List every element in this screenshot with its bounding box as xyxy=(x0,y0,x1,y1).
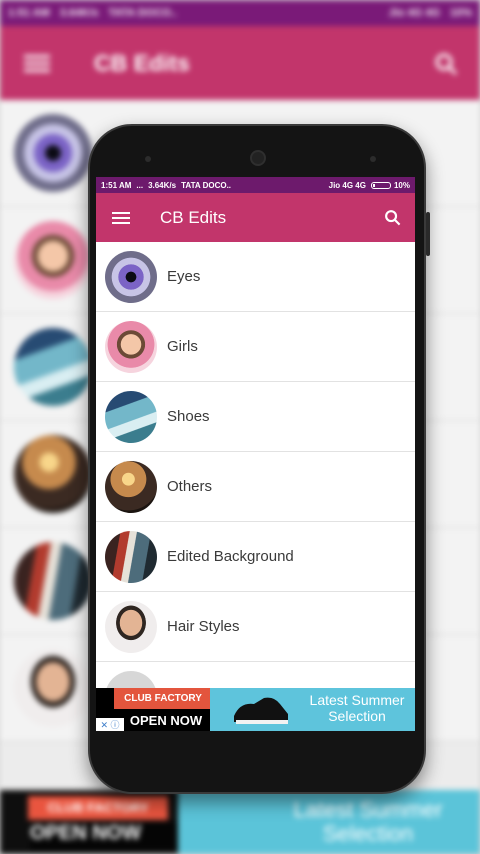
background-app-bar: CB Edits xyxy=(0,26,480,100)
background-app-title: CB Edits xyxy=(94,49,190,76)
battery-icon xyxy=(370,181,391,189)
background-ad-creative: Latest Summer Selection xyxy=(178,790,480,854)
category-row-edited-background[interactable]: Edited Background xyxy=(96,522,415,592)
background-ad-headline: Latest Summer Selection xyxy=(293,797,443,846)
menu-icon[interactable] xyxy=(112,209,130,227)
edited-background-thumbnail xyxy=(105,531,157,583)
status-dots: ... xyxy=(136,180,144,190)
background-thumb xyxy=(14,649,92,727)
category-label: Hair Styles xyxy=(167,618,240,635)
phone-camera xyxy=(250,150,266,166)
background-status-battery: 10% xyxy=(449,7,472,19)
category-list: Eyes Girls Shoes Others Edited Backgroun… xyxy=(96,242,415,723)
ad-creative[interactable]: Latest Summer Selection xyxy=(210,688,415,731)
category-label: Eyes xyxy=(167,268,201,285)
category-row-hair-styles[interactable]: Hair Styles xyxy=(96,592,415,662)
status-battery: 10% xyxy=(393,180,410,190)
ad-cta-button[interactable]: OPEN NOW xyxy=(118,710,214,731)
shoes-thumbnail xyxy=(105,391,157,443)
background-ad-cta: OPEN NOW xyxy=(30,822,180,850)
category-label: Others xyxy=(167,478,213,495)
girl-thumbnail xyxy=(105,321,157,373)
background-status-bar: 1:51 AM 3.64K/s TATA DOCO.. Jio 4G 4G 10… xyxy=(0,0,480,26)
hair-styles-thumbnail xyxy=(105,601,157,653)
phone-speaker xyxy=(145,156,151,162)
status-carrier1: TATA DOCO.. xyxy=(181,180,232,190)
others-thumbnail xyxy=(105,461,157,513)
status-speed: 3.64K/s xyxy=(148,180,177,190)
background-thumb xyxy=(14,542,92,620)
adchoices-icon[interactable]: ✕ ⓘ xyxy=(96,718,124,731)
background-thumb xyxy=(14,221,92,299)
app-bar: CB Edits xyxy=(96,193,415,242)
category-label: Girls xyxy=(167,338,198,355)
search-icon[interactable] xyxy=(384,209,401,226)
status-bar: 1:51 AM ... 3.64K/s TATA DOCO.. Jio 4G 4… xyxy=(96,177,415,193)
category-row-shoes[interactable]: Shoes xyxy=(96,382,415,452)
category-label: Edited Background xyxy=(167,548,294,565)
background-status-carrier2: Jio 4G 4G xyxy=(388,7,440,19)
ad-headline: Latest Summer Selection xyxy=(309,692,405,724)
background-status-time: 1:51 AM xyxy=(8,7,50,19)
background-ad-banner: CLUB FACTORY OPEN NOW Latest Summer Sele… xyxy=(0,790,480,854)
ad-brand: CLUB FACTORY xyxy=(114,688,212,709)
eye-thumbnail xyxy=(105,251,157,303)
status-carrier2: Jio 4G 4G xyxy=(328,180,366,190)
ad-banner[interactable]: CLUB FACTORY OPEN NOW ✕ ⓘ Latest Summer … xyxy=(96,688,415,731)
phone-screen: 1:51 AM ... 3.64K/s TATA DOCO.. Jio 4G 4… xyxy=(96,177,415,731)
background-menu-icon xyxy=(24,51,50,76)
phone-sensor xyxy=(370,156,376,162)
background-status-speed: 3.64K/s xyxy=(59,7,99,19)
background-ad-brand: CLUB FACTORY xyxy=(28,796,168,820)
background-search-icon xyxy=(435,53,458,76)
shoe-icon xyxy=(234,697,288,724)
app-title: CB Edits xyxy=(160,207,227,227)
status-time: 1:51 AM xyxy=(101,180,132,190)
phone-side-button xyxy=(426,212,430,256)
category-row-eyes[interactable]: Eyes xyxy=(96,242,415,312)
background-thumb xyxy=(14,435,92,513)
background-status-carrier1: TATA DOCO.. xyxy=(108,7,177,19)
category-row-others[interactable]: Others xyxy=(96,452,415,522)
background-thumb xyxy=(14,328,92,406)
category-label: Shoes xyxy=(167,408,210,425)
category-row-girls[interactable]: Girls xyxy=(96,312,415,382)
background-thumb xyxy=(14,114,92,192)
